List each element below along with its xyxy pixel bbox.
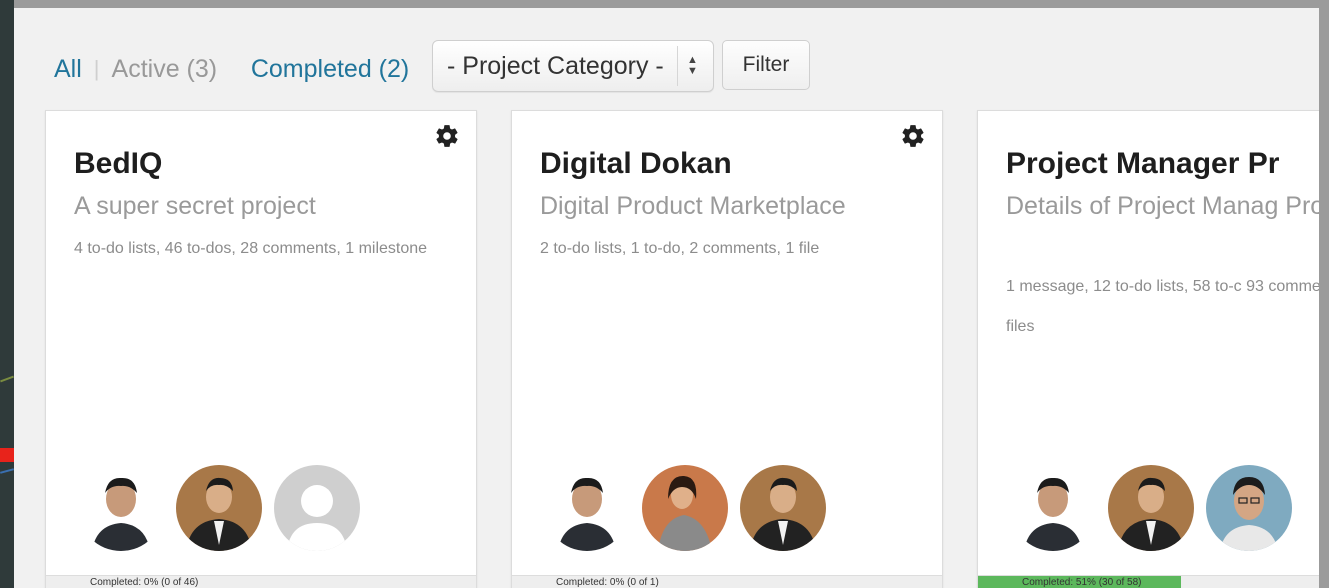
project-members [78, 465, 372, 551]
project-members [544, 465, 838, 551]
project-title[interactable]: Project Manager Pr [1006, 147, 1279, 181]
filter-active-link[interactable]: Active (3) [112, 55, 218, 84]
project-description: Digital Product Marketplace [540, 192, 846, 220]
avatar-man-2[interactable] [740, 465, 826, 551]
avatar-man-2[interactable] [1108, 465, 1194, 551]
gear-icon[interactable] [900, 123, 926, 149]
avatar-man-1[interactable] [544, 465, 630, 551]
progress-bar: Completed: 0% (0 of 1) [512, 575, 942, 588]
avatar-woman[interactable] [642, 465, 728, 551]
progress-bar: Completed: 51% (30 of 58) [978, 575, 1319, 588]
project-stats: 2 to-do lists, 1 to-do, 2 comments, 1 fi… [540, 240, 820, 257]
project-description: Details of Project Manag Pro [1006, 192, 1319, 220]
progress-label: Completed: 0% (0 of 46) [90, 577, 199, 588]
select-value: - Project Category - [447, 51, 664, 80]
project-card[interactable]: BedIQ A super secret project 4 to-do lis… [45, 110, 477, 588]
avatar-man-1[interactable] [1010, 465, 1096, 551]
progress-label: Completed: 0% (0 of 1) [556, 577, 659, 588]
updown-arrows-icon: ▲ ▼ [677, 46, 707, 86]
progress-label: Completed: 51% (30 of 58) [1022, 577, 1142, 588]
status-filter-bar: All | Active (3) | Completed (2) [54, 42, 409, 96]
project-title[interactable]: BedIQ [74, 147, 162, 181]
avatar-man-1[interactable] [78, 465, 164, 551]
project-title[interactable]: Digital Dokan [540, 147, 732, 181]
avatar-man-3[interactable] [1206, 465, 1292, 551]
filter-all-link[interactable]: All [54, 55, 82, 84]
left-edge-strip [0, 0, 14, 588]
project-description: A super secret project [74, 192, 316, 220]
projects-page: All | Active (3) | Completed (2) - Proje… [14, 8, 1319, 588]
project-stats: 4 to-do lists, 46 to-dos, 28 comments, 1… [74, 240, 428, 257]
project-category-select[interactable]: - Project Category - ▲ ▼ [432, 40, 714, 92]
filter-button[interactable]: Filter [722, 40, 810, 90]
progress-bar: Completed: 0% (0 of 46) [46, 575, 476, 588]
filter-completed-link[interactable]: Completed (2) [251, 55, 409, 84]
project-members [1010, 465, 1304, 551]
divider: | [231, 56, 237, 82]
avatar-man-2[interactable] [176, 465, 262, 551]
project-card[interactable]: Digital Dokan Digital Product Marketplac… [511, 110, 943, 588]
edge-red-mark [0, 448, 14, 462]
avatar-placeholder[interactable] [274, 465, 360, 551]
project-stats: 1 message, 12 to-do lists, 58 to-c 93 co… [1006, 278, 1319, 335]
project-card[interactable]: Project Manager Pr Details of Project Ma… [977, 110, 1319, 588]
divider: | [93, 56, 100, 81]
gear-icon[interactable] [434, 123, 460, 149]
